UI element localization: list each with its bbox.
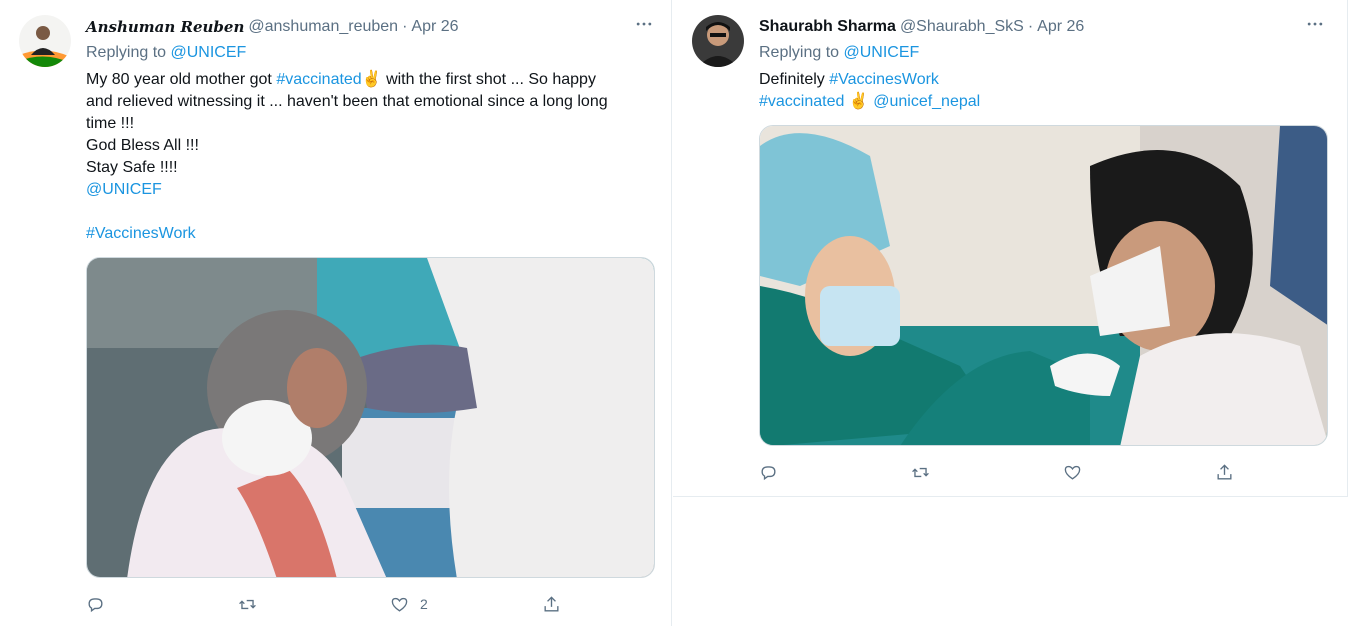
like-count: 2: [420, 596, 428, 612]
share-button[interactable]: [542, 593, 561, 615]
reply-icon: [761, 465, 776, 480]
user-avatar[interactable]: [19, 15, 71, 67]
share-icon: [1217, 463, 1232, 480]
more-options-button[interactable]: [632, 14, 656, 38]
replying-to: Replying to @UNICEF: [759, 44, 919, 62]
user-avatar[interactable]: [692, 15, 744, 67]
retweet-icon: [239, 599, 256, 609]
victory-emoji: ✌: [848, 93, 869, 110]
more-options-button[interactable]: [1303, 14, 1327, 38]
tweet-photo[interactable]: [759, 125, 1328, 446]
replying-to-mention[interactable]: @UNICEF: [844, 44, 920, 61]
reply-icon: [88, 597, 103, 612]
retweet-icon: [912, 467, 929, 477]
text-fragment: with the first shot ... So happy: [381, 71, 596, 88]
hashtag-vaccinated[interactable]: #vaccinated: [276, 71, 361, 88]
tweet-text: My 80 year old mother got #vaccinated✌ w…: [86, 69, 651, 245]
more-icon: [1307, 22, 1323, 26]
tweet-header: Shaurabh Sharma @Shaurabh_SkS · Apr 26: [759, 16, 1084, 38]
reply-button[interactable]: [759, 461, 789, 483]
separator: ·: [1027, 18, 1034, 35]
replying-to-mention[interactable]: @UNICEF: [171, 44, 247, 61]
like-icon: [1064, 465, 1081, 480]
display-name[interactable]: Anshuman Reuben: [86, 18, 244, 36]
tweet-text: Definitely #VaccinesWork #vaccinated ✌ @…: [759, 69, 1324, 113]
replying-prefix: Replying to: [86, 44, 167, 61]
mention-unicef[interactable]: @UNICEF: [86, 179, 651, 201]
reply-button[interactable]: [86, 593, 116, 615]
text-line: time !!!: [86, 115, 135, 132]
share-button[interactable]: [1215, 461, 1234, 483]
share-icon: [544, 595, 559, 612]
replying-to: Replying to @UNICEF: [86, 44, 246, 62]
retweet-button[interactable]: [238, 593, 268, 615]
text-line: God Bless All !!!: [86, 137, 199, 154]
mention-unicef-nepal[interactable]: @unicef_nepal: [873, 93, 980, 110]
tweet-date[interactable]: Apr 26: [411, 18, 458, 36]
text-line: and relieved witnessing it ... haven't b…: [86, 93, 608, 110]
victory-emoji: ✌: [361, 71, 382, 88]
like-icon: [391, 597, 408, 612]
more-icon: [636, 22, 652, 26]
separator: ·: [402, 18, 408, 35]
text-fragment: Definitely: [759, 71, 830, 88]
text-fragment: My 80 year old mother got: [86, 71, 277, 88]
hashtag-vaccinated[interactable]: #vaccinated: [759, 93, 844, 110]
text-line: Stay Safe !!!!: [86, 159, 178, 176]
hashtag-vaccineswork[interactable]: #VaccinesWork: [829, 71, 939, 88]
like-button[interactable]: [1063, 461, 1093, 483]
like-button[interactable]: 2: [390, 593, 428, 615]
display-name[interactable]: Shaurabh Sharma: [759, 18, 896, 36]
retweet-button[interactable]: [911, 461, 941, 483]
tweet-header: Anshuman Reuben @anshuman_reuben · Apr 2…: [86, 16, 459, 38]
tweet-photo[interactable]: [86, 257, 655, 578]
replying-prefix: Replying to: [759, 44, 840, 61]
user-handle[interactable]: @anshuman_reuben: [248, 18, 398, 36]
hashtag-vaccineswork[interactable]: #VaccinesWork: [86, 223, 651, 245]
tweet-date[interactable]: Apr 26: [1037, 18, 1084, 36]
tweet-card[interactable]: Anshuman Reuben @anshuman_reuben · Apr 2…: [0, 0, 672, 626]
user-handle[interactable]: @Shaurabh_SkS: [900, 18, 1024, 36]
